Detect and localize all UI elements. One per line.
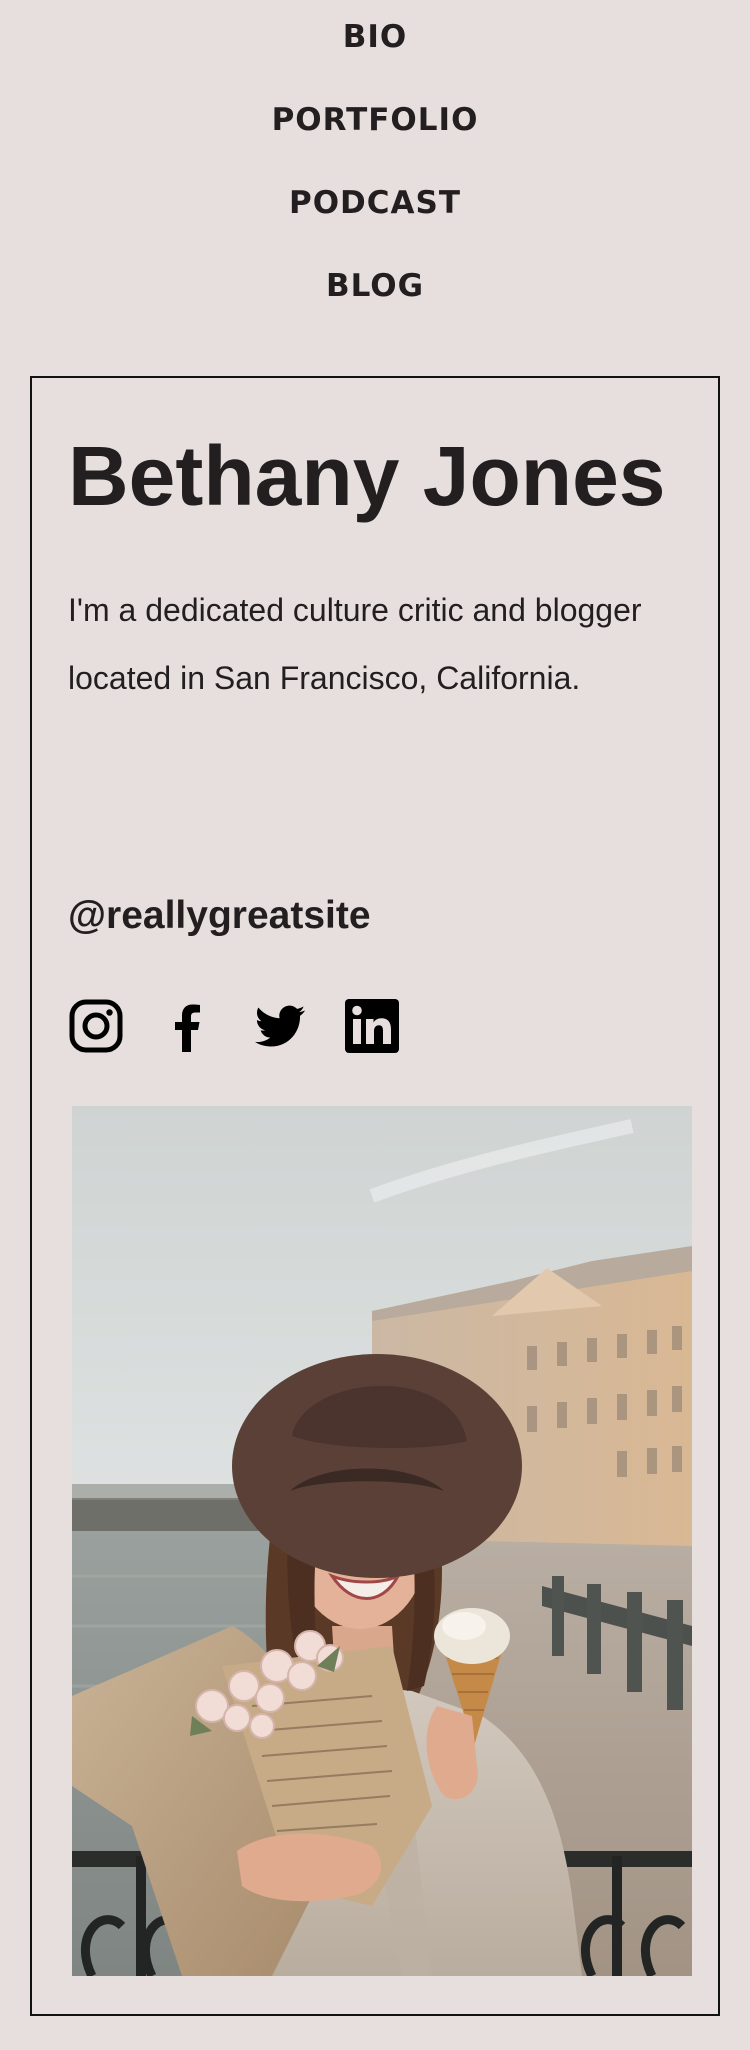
- linkedin-icon[interactable]: [344, 998, 400, 1054]
- profile-photo: [72, 1106, 692, 1976]
- profile-name: Bethany Jones: [68, 429, 666, 523]
- instagram-icon[interactable]: [68, 998, 124, 1054]
- nav-link-blog[interactable]: BLOG: [0, 271, 750, 302]
- profile-card: Bethany Jones I'm a dedicated culture cr…: [30, 376, 720, 2016]
- nav-link-bio[interactable]: BIO: [0, 22, 750, 53]
- nav-link-podcast[interactable]: PODCAST: [0, 188, 750, 219]
- profile-bio: I'm a dedicated culture critic and blogg…: [68, 592, 642, 696]
- social-handle: @reallygreatsite: [68, 894, 371, 937]
- facebook-icon[interactable]: [160, 998, 216, 1054]
- main-nav: BIO PORTFOLIO PODCAST BLOG: [0, 0, 750, 350]
- nav-link-portfolio[interactable]: PORTFOLIO: [0, 105, 750, 136]
- twitter-icon[interactable]: [252, 998, 308, 1054]
